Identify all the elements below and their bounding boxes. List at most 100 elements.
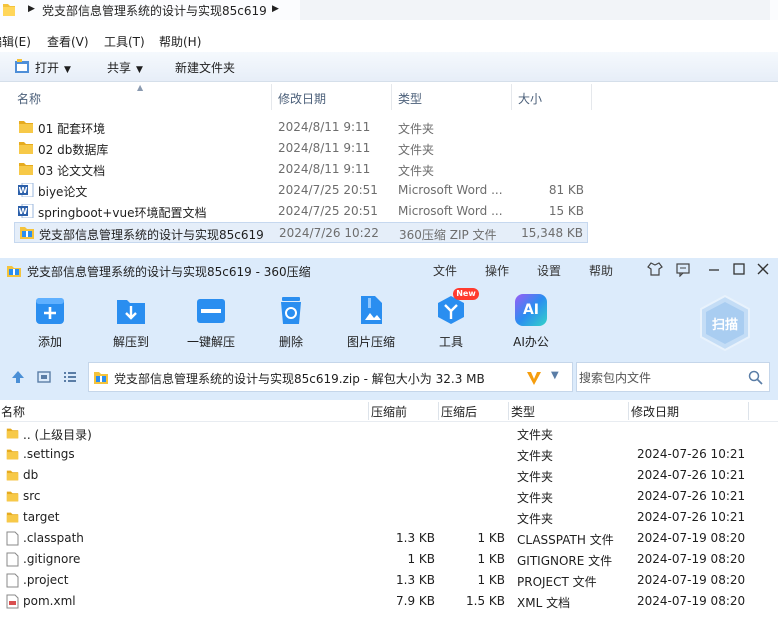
menu-edit[interactable]: 编辑(E) — [0, 33, 31, 50]
skin-icon[interactable] — [647, 261, 663, 277]
column-divider[interactable] — [748, 402, 749, 420]
close-icon[interactable] — [755, 261, 771, 277]
zip-file-row[interactable]: .classpath 1.3 KB 1 KB CLASSPATH 文件 2024-07-… — [0, 528, 778, 549]
thumbnail-view-icon[interactable] — [37, 370, 51, 384]
column-divider[interactable] — [511, 84, 512, 110]
delete-button[interactable]: 删除 — [261, 294, 321, 352]
file-icon — [6, 552, 19, 567]
zip-menu-help[interactable]: 帮助 — [589, 262, 613, 279]
zip-file-type: 文件夹 — [517, 470, 554, 484]
up-arrow-icon[interactable] — [11, 370, 25, 384]
search-icon[interactable] — [748, 370, 763, 385]
zip-file-type: 文件夹 — [517, 512, 554, 526]
menu-tools[interactable]: 工具(T) — [104, 33, 145, 50]
zip-search-input[interactable] — [579, 369, 739, 387]
column-divider[interactable] — [508, 402, 509, 420]
breadcrumb-path[interactable]: 党支部信息管理系统的设计与实现85c619 — [42, 2, 267, 19]
zip-file-row[interactable]: .gitignore 1 KB 1 KB GITIGNORE 文件 2024-07-19… — [0, 549, 778, 570]
image-compress-button[interactable]: 图片压缩 — [341, 294, 401, 352]
ai-office-button[interactable]: AI AI办公 — [501, 294, 561, 352]
zip-column-size[interactable]: 压缩前 — [371, 403, 407, 420]
zip-file-row[interactable]: .. (上级目录) 文件夹 — [0, 423, 778, 444]
zip-path-row: 党支部信息管理系统的设计与实现85c619.zip - 解包大小为 32.3 M… — [0, 359, 778, 395]
folder-icon — [3, 4, 15, 16]
column-divider[interactable] — [391, 84, 392, 110]
zip-file-row[interactable]: .project 1.3 KB 1 KB PROJECT 文件 2024-07-19 0… — [0, 570, 778, 591]
explorer-file-row[interactable]: 03 论文文档 2024/8/11 9:11 文件夹 — [14, 159, 588, 180]
path-dropdown-icon[interactable]: ▼ — [551, 370, 559, 381]
zip-file-row[interactable]: db 文件夹 2024-07-26 10:21 — [0, 465, 778, 486]
zip-file-date: 2024-07-19 08:20 — [637, 552, 746, 566]
zip-menu-file[interactable]: 文件 — [433, 262, 457, 279]
explorer-file-row[interactable]: 党支部信息管理系统的设计与实现85c619 2024/7/26 10:22 360压… — [14, 222, 588, 243]
zip-file-size: 1.3 KB — [396, 531, 435, 545]
zip-column-name[interactable]: 名称 — [1, 403, 25, 420]
new-folder-button[interactable]: 新建文件夹 — [175, 59, 235, 76]
explorer-file-row[interactable]: 02 db数据库 2024/8/11 9:11 文件夹 — [14, 138, 588, 159]
file-size: 15 KB — [548, 204, 584, 218]
folder-icon — [6, 489, 19, 504]
menu-help[interactable]: 帮助(H) — [159, 33, 201, 50]
file-name: 党支部信息管理系统的设计与实现85c619 — [39, 228, 264, 242]
zip-path-box[interactable]: 党支部信息管理系统的设计与实现85c619.zip - 解包大小为 32.3 M… — [88, 362, 573, 392]
minimize-icon[interactable] — [706, 261, 722, 277]
menu-view[interactable]: 查看(V) — [47, 33, 89, 50]
maximize-icon[interactable] — [731, 261, 747, 277]
address-bar[interactable]: ▶ 党支部信息管理系统的设计与实现85c619 ▶ — [0, 0, 778, 20]
column-type[interactable]: 类型 — [398, 90, 422, 107]
explorer-file-row[interactable]: Wspringboot+vue环境配置文档 2024/7/25 20:51 Micr… — [14, 201, 588, 222]
zip-column-packed[interactable]: 压缩后 — [441, 403, 477, 420]
one-click-extract-button[interactable]: 一键解压 — [181, 294, 241, 352]
zip-file-row[interactable]: .settings 文件夹 2024-07-26 10:21 — [0, 444, 778, 465]
list-view-icon[interactable] — [63, 370, 77, 384]
zip-menu-operate[interactable]: 操作 — [485, 262, 509, 279]
zip-header: 党支部信息管理系统的设计与实现85c619 - 360压缩 文件 操作 设置 帮… — [0, 258, 778, 400]
file-icon — [6, 531, 19, 546]
file-type: Microsoft Word ... — [398, 183, 503, 197]
v-brand-icon[interactable] — [525, 369, 543, 387]
extract-to-button[interactable]: 解压到 — [101, 294, 161, 352]
search-box-background — [300, 0, 770, 20]
column-divider[interactable] — [438, 402, 439, 420]
explorer-file-row[interactable]: Wbiye论文 2024/7/25 20:51 Microsoft Word ...… — [14, 180, 588, 201]
zip-file-icon — [94, 372, 108, 384]
column-name[interactable]: 名称 — [17, 90, 41, 107]
column-date[interactable]: 修改日期 — [278, 90, 326, 107]
ai-icon-text: AI — [522, 302, 540, 318]
explorer-column-header: ▲ 名称 修改日期 类型 大小 — [0, 83, 778, 110]
zip-file-row[interactable]: src 文件夹 2024-07-26 10:21 — [0, 486, 778, 507]
column-divider[interactable] — [271, 84, 272, 110]
breadcrumb-arrow-icon[interactable]: ▶ — [28, 4, 35, 14]
add-button[interactable]: 添加 — [20, 294, 80, 352]
feedback-icon[interactable] — [675, 261, 691, 277]
zip-file-row[interactable]: pom.xml 7.9 KB 1.5 KB XML 文档 2024-07-19 08:2… — [0, 591, 778, 612]
scan-label: 扫描 — [711, 318, 738, 333]
zip-icon — [19, 226, 35, 240]
zip-file-type: PROJECT 文件 — [517, 575, 597, 589]
column-divider[interactable] — [628, 402, 629, 420]
zip-column-date[interactable]: 修改日期 — [631, 403, 679, 420]
explorer-file-row[interactable]: 01 配套环境 2024/8/11 9:11 文件夹 — [14, 117, 588, 138]
zip-file-name: .classpath — [23, 531, 84, 545]
zip-file-date: 2024-07-26 10:21 — [637, 447, 746, 461]
breadcrumb-arrow-icon[interactable]: ▶ — [272, 4, 279, 14]
zip-menu-settings[interactable]: 设置 — [537, 262, 561, 279]
tools-button[interactable]: 工具 — [421, 294, 481, 352]
column-size[interactable]: 大小 — [518, 90, 542, 107]
ai-office-label: AI办公 — [513, 335, 549, 349]
open-button[interactable]: 打开 ▼ — [35, 59, 71, 76]
column-divider[interactable] — [591, 84, 592, 110]
zip-file-type: 文件夹 — [517, 449, 554, 463]
zip-file-row[interactable]: target 文件夹 2024-07-26 10:21 — [0, 507, 778, 528]
folder-icon — [18, 162, 34, 176]
zip-window: 党支部信息管理系统的设计与实现85c619 - 360压缩 文件 操作 设置 帮… — [0, 258, 778, 630]
column-divider[interactable] — [368, 402, 369, 420]
scan-button[interactable]: 扫描 — [698, 294, 752, 352]
share-button[interactable]: 共享 ▼ — [107, 59, 143, 76]
folder-icon — [6, 468, 19, 483]
zip-column-type[interactable]: 类型 — [511, 403, 535, 420]
one-click-extract-label: 一键解压 — [186, 335, 235, 349]
delete-label: 删除 — [278, 335, 303, 349]
zip-file-name: .settings — [23, 447, 75, 461]
svg-text:W: W — [19, 207, 28, 216]
